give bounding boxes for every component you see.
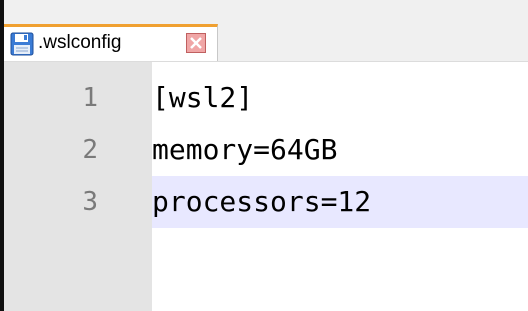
- editor-area[interactable]: 1 [wsl2] 2 memory=64GB 3 processors=12: [4, 62, 528, 311]
- editor-line[interactable]: 2 memory=64GB: [4, 124, 528, 176]
- line-text[interactable]: [wsl2]: [152, 72, 253, 124]
- line-number: 1: [82, 83, 98, 113]
- editor-window: .wslconfig 1 [wsl2] 2 memory=64GB 3 proc…: [0, 0, 528, 311]
- floppy-disk-icon: [10, 32, 34, 56]
- close-icon[interactable]: [186, 33, 206, 53]
- line-number: 2: [82, 135, 98, 165]
- editor-line-current[interactable]: 3 processors=12: [4, 176, 528, 228]
- editor-line[interactable]: 1 [wsl2]: [4, 72, 528, 124]
- line-number: 3: [82, 187, 98, 217]
- tab-label: .wslconfig: [38, 32, 122, 53]
- tab-bar: .wslconfig: [4, 0, 528, 62]
- tab-wslconfig[interactable]: .wslconfig: [4, 24, 218, 61]
- line-text[interactable]: memory=64GB: [152, 124, 337, 176]
- line-text[interactable]: processors=12: [152, 176, 371, 228]
